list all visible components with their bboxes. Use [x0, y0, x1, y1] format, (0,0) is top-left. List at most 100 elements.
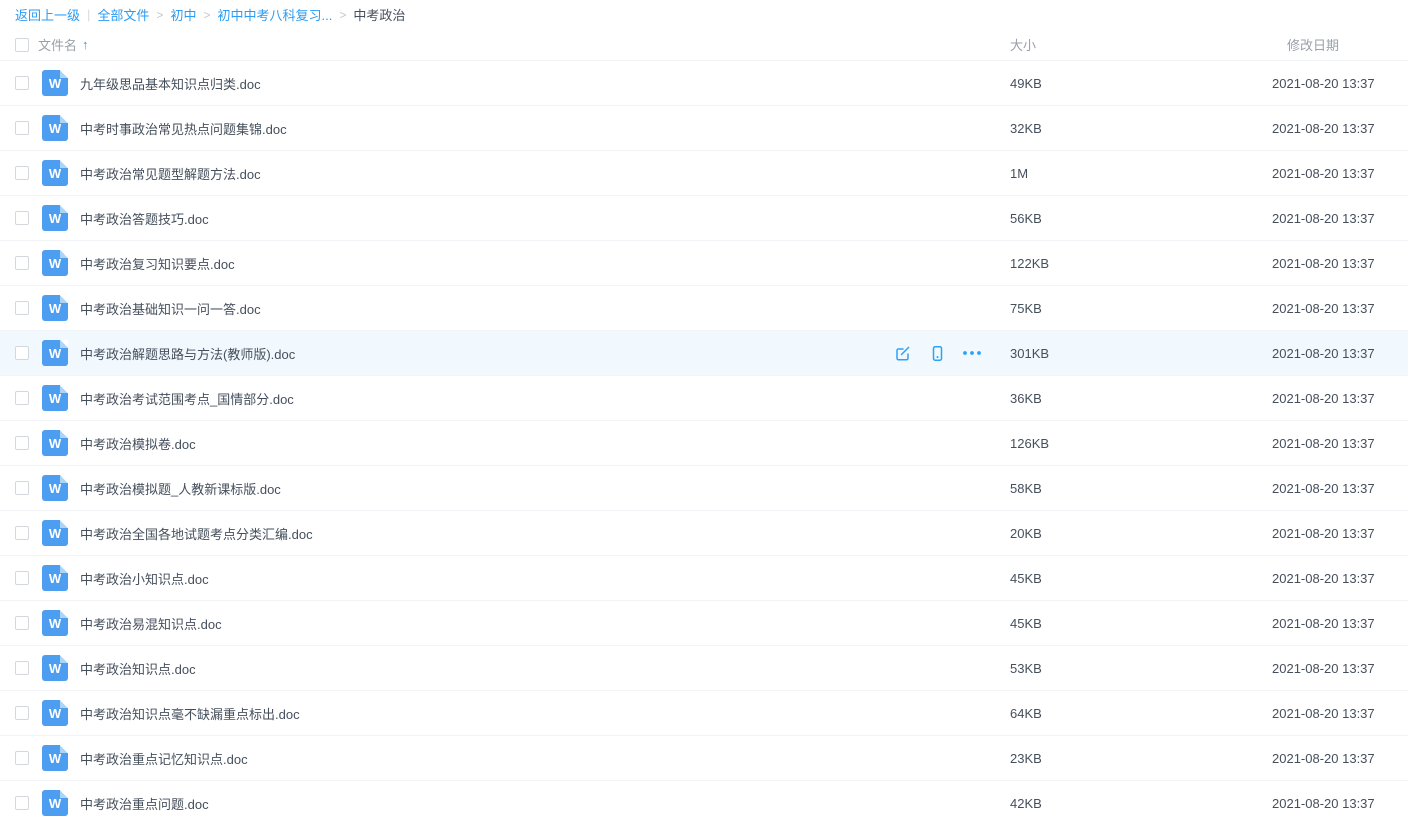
- file-size: 49KB: [1010, 76, 1272, 91]
- file-modified: 2021-08-20 13:37: [1272, 751, 1383, 766]
- file-name-cell: W 中考政治答题技巧.doc: [29, 205, 1010, 231]
- doc-icon-letter: W: [49, 302, 61, 315]
- file-name[interactable]: 中考政治小知识点.doc: [80, 569, 209, 588]
- table-row[interactable]: W 中考政治重点记忆知识点.doc: [0, 736, 1408, 781]
- row-checkbox[interactable]: [15, 436, 29, 450]
- more-icon: [962, 350, 982, 356]
- doc-fold-corner: [60, 745, 68, 753]
- row-checkbox[interactable]: [15, 481, 29, 495]
- file-name[interactable]: 中考政治知识点毫不缺漏重点标出.doc: [80, 704, 300, 723]
- file-name-cell: W 中考政治易混知识点.doc: [29, 610, 1010, 636]
- file-name[interactable]: 中考政治知识点.doc: [80, 659, 196, 678]
- table-row[interactable]: W 中考政治答题技巧.doc: [0, 196, 1408, 241]
- more-actions-button[interactable]: [962, 343, 982, 363]
- file-name[interactable]: 中考政治模拟题_人教新课标版.doc: [80, 479, 281, 498]
- file-size: 58KB: [1010, 481, 1272, 496]
- header-modified-label[interactable]: 修改日期: [1272, 35, 1383, 54]
- breadcrumb-all-files[interactable]: 全部文件: [97, 5, 149, 24]
- file-name[interactable]: 九年级思品基本知识点归类.doc: [80, 74, 261, 93]
- file-name[interactable]: 中考政治易混知识点.doc: [80, 614, 222, 633]
- table-row[interactable]: W 中考政治复习知识要点.doc: [0, 241, 1408, 286]
- file-name[interactable]: 中考政治答题技巧.doc: [80, 209, 209, 228]
- file-name[interactable]: 中考政治解题思路与方法(教师版).doc: [80, 344, 295, 363]
- file-modified: 2021-08-20 13:37: [1272, 256, 1383, 271]
- doc-fold-corner: [60, 340, 68, 348]
- file-modified: 2021-08-20 13:37: [1272, 526, 1383, 541]
- file-size: 122KB: [1010, 256, 1272, 271]
- row-checkbox[interactable]: [15, 121, 29, 135]
- doc-fold-corner: [60, 475, 68, 483]
- row-checkbox[interactable]: [15, 301, 29, 315]
- doc-icon-letter: W: [49, 212, 61, 225]
- file-name-cell: W 中考政治模拟题_人教新课标版.doc: [29, 475, 1010, 501]
- back-link[interactable]: 返回上一级: [15, 5, 80, 24]
- table-row[interactable]: W 中考时事政治常见热点问题集锦.doc: [0, 106, 1408, 151]
- breadcrumb-separator: >: [339, 8, 346, 22]
- doc-fold-corner: [60, 655, 68, 663]
- rename-button[interactable]: [892, 343, 912, 363]
- table-row[interactable]: W 中考政治基础知识一问一答.doc: [0, 286, 1408, 331]
- row-checkbox[interactable]: [15, 166, 29, 180]
- row-checkbox[interactable]: [15, 751, 29, 765]
- file-name[interactable]: 中考时事政治常见热点问题集锦.doc: [80, 119, 287, 138]
- doc-fold-corner: [60, 790, 68, 798]
- table-row[interactable]: W 中考政治模拟卷.doc: [0, 421, 1408, 466]
- breadcrumb-junior-high[interactable]: 初中: [170, 5, 196, 24]
- doc-icon-letter: W: [49, 122, 61, 135]
- row-checkbox[interactable]: [15, 346, 29, 360]
- doc-icon-letter: W: [49, 662, 61, 675]
- table-row[interactable]: W 中考政治重点问题.doc: [0, 781, 1408, 817]
- table-row[interactable]: W 中考政治常见题型解题方法.doc: [0, 151, 1408, 196]
- table-row[interactable]: W 中考政治模拟题_人教新课标版.doc: [0, 466, 1408, 511]
- file-name[interactable]: 中考政治复习知识要点.doc: [80, 254, 235, 273]
- file-name[interactable]: 中考政治基础知识一问一答.doc: [80, 299, 261, 318]
- row-checkbox[interactable]: [15, 796, 29, 810]
- file-name-cell: W 中考政治解题思路与方法(教师版).doc: [29, 340, 1010, 366]
- doc-icon-letter: W: [49, 392, 61, 405]
- word-doc-icon: W: [42, 610, 68, 636]
- header-filename-label[interactable]: 文件名: [38, 35, 77, 54]
- sort-ascending-icon[interactable]: ↑: [82, 37, 89, 52]
- word-doc-icon: W: [42, 700, 68, 726]
- table-row[interactable]: W 中考政治考试范围考点_国情部分.doc: [0, 376, 1408, 421]
- row-checkbox[interactable]: [15, 616, 29, 630]
- row-checkbox[interactable]: [15, 526, 29, 540]
- row-checkbox[interactable]: [15, 391, 29, 405]
- file-name[interactable]: 中考政治重点问题.doc: [80, 794, 209, 813]
- row-checkbox[interactable]: [15, 661, 29, 675]
- doc-icon-letter: W: [49, 572, 61, 585]
- doc-fold-corner: [60, 385, 68, 393]
- row-checkbox[interactable]: [15, 571, 29, 585]
- file-modified: 2021-08-20 13:37: [1272, 346, 1383, 361]
- file-name[interactable]: 中考政治重点记忆知识点.doc: [80, 749, 248, 768]
- table-row[interactable]: W 中考政治小知识点.doc: [0, 556, 1408, 601]
- table-row[interactable]: W 中考政治知识点.doc: [0, 646, 1408, 691]
- select-all-checkbox[interactable]: [15, 38, 29, 52]
- table-row[interactable]: W 中考政治解题思路与方法(教师版).doc: [0, 331, 1408, 376]
- row-checkbox[interactable]: [15, 256, 29, 270]
- file-name-cell: W 中考政治知识点.doc: [29, 655, 1010, 681]
- file-name[interactable]: 中考政治全国各地试题考点分类汇编.doc: [80, 524, 313, 543]
- file-name[interactable]: 中考政治考试范围考点_国情部分.doc: [80, 389, 294, 408]
- file-size: 301KB: [1010, 346, 1272, 361]
- file-name-cell: W 中考政治常见题型解题方法.doc: [29, 160, 1010, 186]
- row-checkbox[interactable]: [15, 76, 29, 90]
- file-modified: 2021-08-20 13:37: [1272, 796, 1383, 811]
- table-row[interactable]: W 中考政治知识点毫不缺漏重点标出.doc: [0, 691, 1408, 736]
- table-row[interactable]: W 九年级思品基本知识点归类.doc: [0, 61, 1408, 106]
- file-size: 75KB: [1010, 301, 1272, 316]
- file-name[interactable]: 中考政治常见题型解题方法.doc: [80, 164, 261, 183]
- row-checkbox[interactable]: [15, 706, 29, 720]
- breadcrumb-separator: >: [203, 8, 210, 22]
- send-to-phone-button[interactable]: [927, 343, 947, 363]
- table-row[interactable]: W 中考政治全国各地试题考点分类汇编.doc: [0, 511, 1408, 556]
- breadcrumb-exam-review[interactable]: 初中中考八科复习...: [217, 5, 332, 24]
- file-modified: 2021-08-20 13:37: [1272, 616, 1383, 631]
- file-size: 1M: [1010, 166, 1272, 181]
- doc-icon-letter: W: [49, 707, 61, 720]
- header-size-label[interactable]: 大小: [1010, 35, 1272, 54]
- row-checkbox[interactable]: [15, 211, 29, 225]
- file-name[interactable]: 中考政治模拟卷.doc: [80, 434, 196, 453]
- table-row[interactable]: W 中考政治易混知识点.doc: [0, 601, 1408, 646]
- file-modified: 2021-08-20 13:37: [1272, 211, 1383, 226]
